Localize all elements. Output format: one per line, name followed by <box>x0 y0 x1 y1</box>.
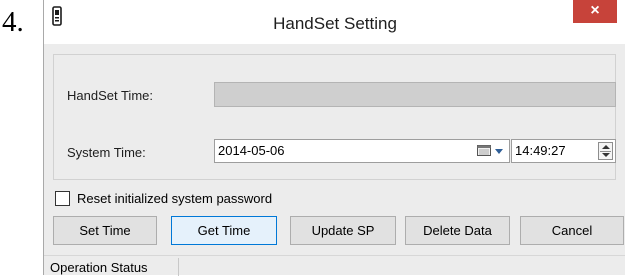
reset-password-checkbox[interactable] <box>55 191 70 206</box>
spinner-divider <box>600 151 611 152</box>
step-number: 4. <box>2 6 24 38</box>
system-date-picker[interactable]: 2014-05-06 <box>214 139 510 163</box>
delete-data-button[interactable]: Delete Data <box>405 216 510 245</box>
close-button[interactable]: × <box>573 0 617 23</box>
status-divider <box>178 258 179 276</box>
spin-down-icon[interactable] <box>602 153 610 157</box>
calendar-icon[interactable] <box>477 145 491 156</box>
system-time-value: 14:49:27 <box>515 143 566 158</box>
operation-status-label: Operation Status <box>50 260 148 275</box>
reset-password-label[interactable]: Reset initialized system password <box>77 191 272 206</box>
handset-time-field <box>214 82 616 107</box>
system-date-value: 2014-05-06 <box>218 143 285 158</box>
handset-setting-dialog: HandSet Setting × HandSet Time: System T… <box>43 0 625 276</box>
system-time-label: System Time: <box>67 145 146 160</box>
system-time-picker[interactable]: 14:49:27 <box>511 139 616 163</box>
get-time-button[interactable]: Get Time <box>171 216 277 245</box>
handset-time-label: HandSet Time: <box>67 88 153 103</box>
set-time-button[interactable]: Set Time <box>53 216 157 245</box>
cancel-button[interactable]: Cancel <box>520 216 624 245</box>
chevron-down-icon[interactable] <box>495 149 503 154</box>
time-spinner[interactable] <box>598 142 613 160</box>
update-sp-button[interactable]: Update SP <box>290 216 396 245</box>
status-bar: Operation Status <box>44 255 625 276</box>
window-title: HandSet Setting <box>273 14 397 33</box>
title-bar: HandSet Setting × <box>44 0 625 44</box>
spin-up-icon[interactable] <box>602 145 610 149</box>
